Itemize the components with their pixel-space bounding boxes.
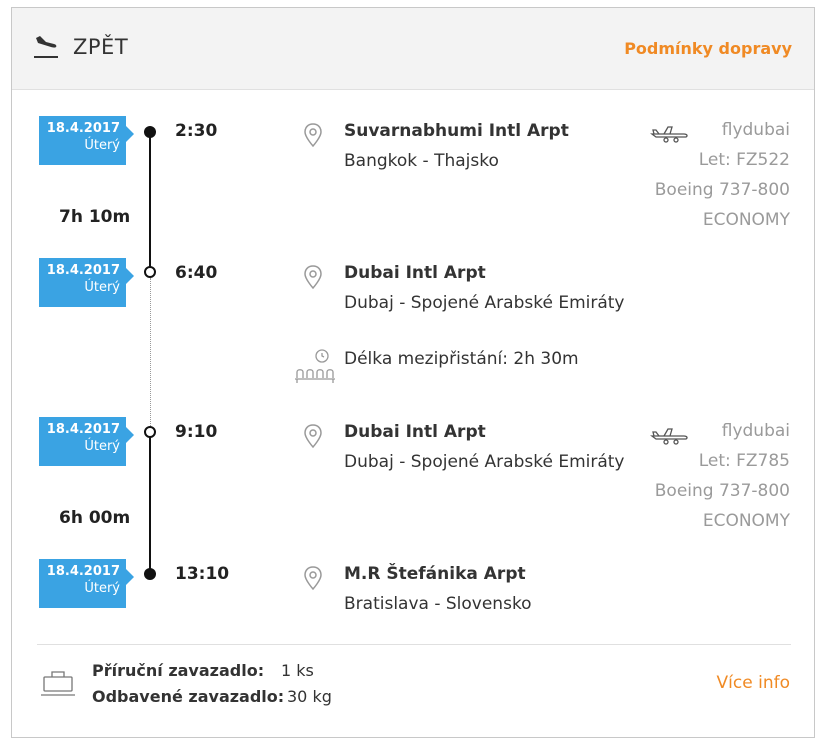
carrier-info: flydubai Let: FZ522 Boeing 737-800 ECONO… xyxy=(655,115,790,235)
cabin-baggage: Příruční zavazadlo: 1 ks xyxy=(92,661,314,680)
layover-duration: Délka mezipřistání: 2h 30m xyxy=(344,349,579,369)
cabin-baggage-value: 1 ks xyxy=(281,661,314,680)
location-pin-icon xyxy=(304,265,322,290)
cabin-baggage-label: Příruční zavazadlo: xyxy=(92,661,265,680)
waiting-room-icon xyxy=(295,349,335,383)
aircraft-type: Boeing 737-800 xyxy=(654,180,790,200)
luggage-icon xyxy=(41,671,75,696)
location-pin-icon xyxy=(304,424,322,449)
airport-city: Bangkok - Thajsko xyxy=(344,151,499,171)
timeline-line-segment-2 xyxy=(149,432,151,574)
flight-detail-card: ZPĚT Podmínky dopravy 18.4.2017 Úterý 2:… xyxy=(11,7,815,738)
checked-baggage: Odbavené zavazadlo: 30 kg xyxy=(92,687,332,706)
date-badge: 18.4.2017 Úterý xyxy=(39,258,134,307)
cabin-class: ECONOMY xyxy=(702,210,790,230)
timeline-line-segment-1 xyxy=(149,132,151,272)
airline-name: flydubai xyxy=(721,421,790,441)
card-header: ZPĚT Podmínky dopravy xyxy=(12,8,814,90)
airport-city: Dubaj - Spojené Arabské Emiráty xyxy=(344,452,625,472)
airport-name: Dubai Intl Arpt xyxy=(344,422,486,442)
transport-conditions-link[interactable]: Podmínky dopravy xyxy=(624,39,792,58)
departure-time: 2:30 xyxy=(175,121,218,141)
timeline-node xyxy=(144,568,156,580)
date-badge: 18.4.2017 Úterý xyxy=(39,116,134,165)
departure-time: 9:10 xyxy=(175,422,218,442)
flight-number: Let: FZ785 xyxy=(698,451,790,471)
arrival-time: 13:10 xyxy=(175,564,230,584)
airport-name: Suvarnabhumi Intl Arpt xyxy=(344,121,569,141)
airline-name: flydubai xyxy=(721,120,790,140)
cabin-class: ECONOMY xyxy=(702,511,790,531)
timeline-layover-dots xyxy=(150,278,151,428)
timeline-node xyxy=(144,266,156,278)
timeline-node xyxy=(144,126,156,138)
flight-duration: 7h 10m xyxy=(59,207,131,227)
airport-name: Dubai Intl Arpt xyxy=(344,263,486,283)
airport-city: Bratislava - Slovensko xyxy=(344,594,532,614)
plane-landing-icon xyxy=(34,36,58,58)
aircraft-type: Boeing 737-800 xyxy=(654,481,790,501)
more-info-link[interactable]: Více info xyxy=(717,673,790,693)
arrival-time: 6:40 xyxy=(175,263,218,283)
page-title: ZPĚT xyxy=(73,35,129,59)
date-badge: 18.4.2017 Úterý xyxy=(39,417,134,466)
checked-baggage-label: Odbavené zavazadlo: xyxy=(92,687,285,706)
flight-duration: 6h 00m xyxy=(59,508,131,528)
timeline-node xyxy=(144,426,156,438)
divider xyxy=(37,644,791,645)
carrier-info: flydubai Let: FZ785 Boeing 737-800 ECONO… xyxy=(655,416,790,536)
checked-baggage-value: 30 kg xyxy=(287,687,332,706)
date-badge: 18.4.2017 Úterý xyxy=(39,559,134,608)
location-pin-icon xyxy=(304,123,322,148)
airport-name: M.R Štefánika Arpt xyxy=(344,564,526,584)
airport-city: Dubaj - Spojené Arabské Emiráty xyxy=(344,293,625,313)
flight-number: Let: FZ522 xyxy=(698,150,790,170)
location-pin-icon xyxy=(304,566,322,591)
